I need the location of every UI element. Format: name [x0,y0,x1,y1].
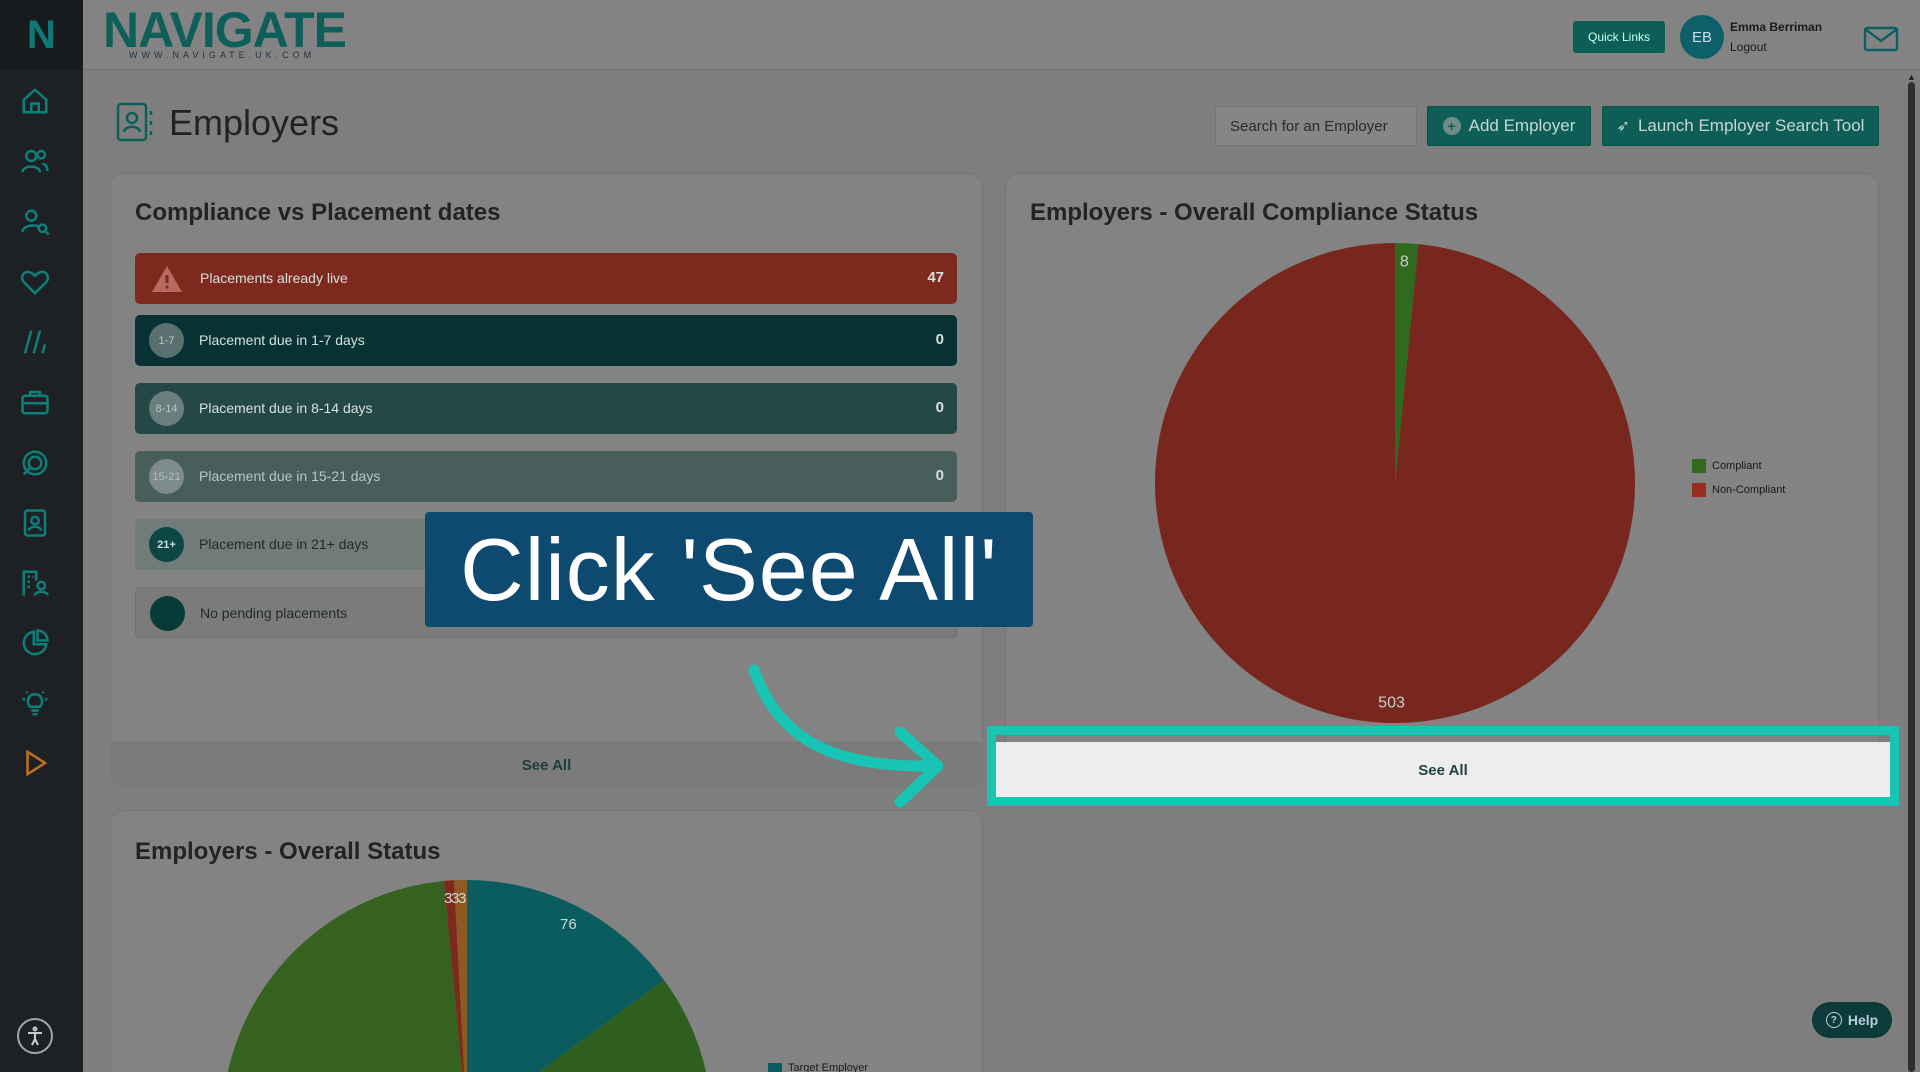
legend-label: Compliant [1712,460,1762,472]
pie-data-label: 503 [1378,695,1405,712]
avatar[interactable]: EB [1680,15,1724,59]
status-row-label: No pending placements [200,605,348,621]
legend-swatch [1692,483,1706,497]
add-employer-label: Add Employer [1468,116,1576,135]
status-row-label: Placement due in 21+ days [199,536,369,552]
lightbulb-icon[interactable] [18,686,52,720]
status-row-8-14-days[interactable]: 8-14 Placement due in 8-14 days 0 [135,383,957,434]
legend-label: Non-Compliant [1712,484,1786,496]
play-icon[interactable] [18,746,52,780]
logout-link[interactable]: Logout [1730,40,1767,54]
heart-icon[interactable] [18,265,52,299]
pie-chart-icon[interactable] [18,626,52,660]
compliance-pie-chart: 8 503 [1155,243,1635,723]
page-title: Employers [169,102,340,143]
scrollbar-thumb[interactable] [1908,82,1915,1072]
rocket-icon[interactable] [18,446,52,480]
status-row-15-21-days[interactable]: 15-21 Placement due in 15-21 days 0 [135,451,957,502]
app-logo-mark[interactable]: N [0,0,83,70]
add-employer-button[interactable]: + Add Employer [1427,106,1591,146]
launch-employer-search-tool-button[interactable]: ➶ Launch Employer Search Tool [1602,106,1879,146]
overall-status-pie-chart: 3 3 3 76 [227,880,707,1072]
legend-item-target-employer: Target Employer [768,1062,868,1072]
legend-label: Target Employer [788,1062,869,1072]
status-row-label: Placement due in 15-21 days [199,468,381,484]
tutorial-callout: Click 'See All' [425,512,1033,627]
card-title: Employers - Overall Compliance Status [1030,199,1479,226]
pie-label: 76 [560,916,577,933]
status-row-already-live[interactable]: Placements already live 47 [135,253,957,304]
warning-icon [149,261,184,296]
rocket-icon: ➶ [1616,118,1630,135]
question-icon: ? [1825,1012,1842,1028]
slashes-icon[interactable] [18,325,52,359]
quick-links-button[interactable]: Quick Links [1573,21,1665,53]
contact-card-icon [115,101,155,143]
pie-data-label: 8 [1400,253,1409,270]
launch-tool-label: Launch Employer Search Tool [1637,116,1865,135]
help-button[interactable]: ? Help [1812,1002,1892,1038]
legend-swatch [768,1063,782,1072]
status-row-count: 0 [935,399,944,416]
status-row-1-7-days[interactable]: 1-7 Placement due in 1-7 days 0 [135,315,957,366]
brand-url: WWW.NAVIGATE.UK.COM [129,50,316,60]
sidebar: N [0,0,83,1072]
top-header: NAVIGATE WWW.NAVIGATE.UK.COM Quick Links… [83,0,1920,70]
user-search-icon[interactable] [18,205,52,239]
tutorial-highlight-frame [987,726,1899,806]
help-label: Help [1847,1012,1879,1028]
status-row-label: Placement due in 8-14 days [199,400,373,416]
plus-circle-icon: + [1442,117,1461,135]
mail-icon[interactable] [1863,26,1899,52]
legend-item-compliant: Compliant [1692,459,1762,473]
status-badge: 8-14 [149,391,184,426]
pie-slice-non-compliant[interactable] [1155,243,1635,723]
status-row-label: Placements already live [200,270,348,286]
legend-item-non-compliant: Non-Compliant [1692,483,1785,497]
contact-card-icon[interactable] [18,506,52,540]
status-badge: 21+ [149,527,184,562]
status-row-label: Placement due in 1-7 days [199,332,365,348]
status-badge: 15-21 [149,459,184,494]
tutorial-arrow [748,664,944,808]
building-user-icon[interactable] [18,566,52,600]
user-name: Emma Berriman [1730,20,1823,34]
home-icon[interactable] [18,84,52,118]
employer-search-input[interactable] [1215,106,1417,146]
legend-swatch [1692,459,1706,473]
status-badge [150,596,185,631]
scrollbar[interactable]: ▲ [1904,70,1920,1072]
accessibility-icon[interactable] [17,1018,53,1054]
pie-label: 3 [458,890,466,907]
status-row-count: 0 [935,331,944,348]
pie-slice-large-green [227,881,463,1072]
card-title: Compliance vs Placement dates [135,199,501,226]
status-badge: 1-7 [149,323,184,358]
status-row-count: 47 [927,269,944,286]
card-title: Employers - Overall Status [135,838,441,865]
briefcase-icon[interactable] [18,385,52,419]
users-icon[interactable] [18,144,52,178]
status-row-count: 0 [935,467,944,484]
navigate-logo[interactable]: NAVIGATE WWW.NAVIGATE.UK.COM [103,5,347,60]
scroll-up-arrow[interactable]: ▲ [1907,72,1916,82]
